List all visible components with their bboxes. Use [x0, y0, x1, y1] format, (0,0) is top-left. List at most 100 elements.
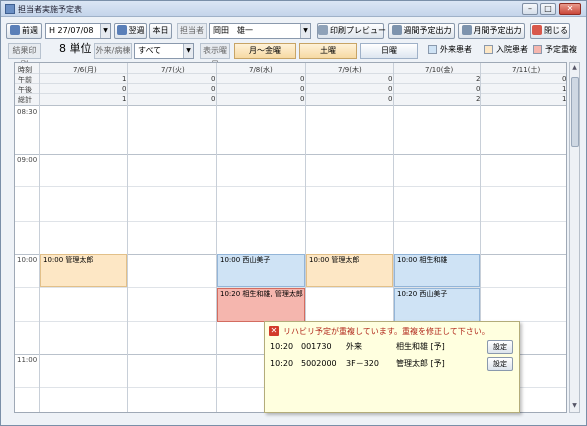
- legend-label: 予定重複: [545, 45, 577, 54]
- date-value: H 27/07/08: [49, 26, 94, 35]
- settings-button[interactable]: 設定: [487, 357, 513, 371]
- units-display: 8 単位: [59, 42, 92, 55]
- scroll-thumb[interactable]: [571, 77, 579, 147]
- close-button[interactable]: 閉じる: [530, 23, 570, 39]
- header-rule: [15, 93, 566, 94]
- day-pm-count: 1: [562, 85, 567, 93]
- scroll-down-icon[interactable]: ▼: [570, 402, 579, 412]
- conflict-message: リハビリ予定が重複しています。重複を修正して下さい。: [283, 327, 490, 336]
- monthly-output-label: 月間予定出力: [473, 26, 522, 35]
- error-icon: ✕: [269, 326, 279, 336]
- scroll-up-icon[interactable]: ▲: [570, 64, 579, 74]
- appointment[interactable]: 10:20 西山美子: [394, 288, 480, 322]
- appointment[interactable]: 10:00 西山美子: [217, 254, 305, 287]
- conflict-time: 10:20: [270, 359, 294, 368]
- category-value: すべて: [138, 46, 162, 55]
- print-preview-label: 印刷プレビュー: [330, 26, 386, 35]
- tab-sunday[interactable]: 日曜: [360, 43, 418, 59]
- staff-select[interactable]: 岡田 雄一 ▼: [209, 23, 311, 39]
- hour-line: [15, 154, 566, 155]
- legend-inpatient: 入院患者: [484, 43, 534, 59]
- time-label: 08:30: [17, 108, 38, 116]
- right-arrow-icon: [116, 25, 127, 35]
- time-label: 10:00: [17, 256, 38, 264]
- left-arrow-icon: [10, 25, 20, 35]
- settings-button[interactable]: 設定: [487, 340, 513, 354]
- prev-week-label: 前週: [22, 26, 38, 35]
- conflict-id: 5002000: [301, 359, 337, 368]
- day-total-count: 0: [211, 95, 216, 103]
- column-divider: [39, 63, 40, 412]
- tab-saturday[interactable]: 土曜: [299, 43, 357, 59]
- conflict-ward: 外来: [346, 342, 362, 351]
- weekly-output-label: 週間予定出力: [403, 26, 452, 35]
- document-icon: [461, 25, 472, 35]
- legend-label: 外来患者: [440, 45, 472, 54]
- legend-swatch: [428, 45, 437, 54]
- print-preview-button[interactable]: 印刷プレビュー: [317, 23, 386, 39]
- conflict-ward: 3F－320: [346, 359, 379, 368]
- appointment[interactable]: 10:00 管理太郎: [40, 254, 127, 287]
- legend-duplicate: 予定重複: [533, 43, 585, 59]
- conflict-time: 10:20: [270, 342, 294, 351]
- exit-icon: [532, 25, 542, 35]
- category-select[interactable]: すべて ▼: [134, 43, 194, 59]
- day-total-count: 0: [388, 95, 393, 103]
- day-total-count: 0: [300, 95, 305, 103]
- legend-swatch: [533, 45, 542, 54]
- appointment-duplicate[interactable]: 10:20 相生和雄, 管理太郎: [217, 288, 305, 322]
- day-pm-count: 0: [300, 85, 305, 93]
- header-rule: [15, 83, 566, 84]
- day-am-count: 0: [211, 75, 216, 83]
- main-window: 担当者実施予定表 – □ ✕ 前週 H 27/07/08 ▼ 翌週 本日 担当者…: [0, 0, 587, 426]
- category-label: 外来/病棟: [94, 43, 132, 59]
- day-am-count: 1: [122, 75, 127, 83]
- weekly-output-button[interactable]: 週間予定出力: [388, 23, 455, 39]
- conflict-name: 管理太郎 [予]: [396, 359, 445, 368]
- chevron-down-icon: ▼: [300, 24, 310, 38]
- close-window-button[interactable]: ✕: [559, 3, 581, 15]
- window-title: 担当者実施予定表: [18, 5, 82, 14]
- today-button[interactable]: 本日: [149, 23, 172, 39]
- close-label: 閉じる: [544, 26, 568, 35]
- day-pm-count: 0: [122, 85, 127, 93]
- legend-swatch: [484, 45, 493, 54]
- app-icon: [5, 4, 15, 14]
- conflict-id: 001730: [301, 342, 332, 351]
- column-divider: [216, 63, 217, 412]
- day-pm-count: 0: [388, 85, 393, 93]
- tab-weekdays[interactable]: 月～金曜: [234, 43, 296, 59]
- appointment[interactable]: 10:00 管理太郎: [306, 254, 393, 287]
- header-rule: [15, 73, 566, 74]
- prev-week-button[interactable]: 前週: [6, 23, 42, 39]
- schedule-header: 時刻 午前 午後 総計 7/6(月) 1 0 1 7/7(火) 0 0 0 7/…: [15, 63, 567, 106]
- day-pm-count: 0: [211, 85, 216, 93]
- calc-label: 結果印刷: [8, 43, 41, 69]
- chevron-down-icon: ▼: [183, 44, 193, 58]
- legend-outpatient: 外来患者: [428, 43, 484, 59]
- conflict-row: 10:20 5002000 3F－320 管理太郎 [予]: [270, 357, 516, 371]
- chevron-down-icon: ▼: [100, 24, 110, 38]
- print-icon: [318, 25, 328, 35]
- day-total-count: 1: [562, 95, 567, 103]
- conflict-row: 10:20 001730 外来 相生和雄 [予]: [270, 340, 516, 354]
- display-day-label: 表示曜日: [200, 43, 230, 69]
- legend-label: 入院患者: [496, 45, 528, 54]
- title-bar: 担当者実施予定表 – □ ✕: [1, 1, 586, 17]
- half-hour-line: [15, 186, 566, 187]
- column-divider: [127, 63, 128, 412]
- minimize-button[interactable]: –: [522, 3, 538, 15]
- day-total-count: 1: [122, 95, 127, 103]
- conflict-name: 相生和雄 [予]: [396, 342, 445, 351]
- monthly-output-button[interactable]: 月間予定出力: [458, 23, 525, 39]
- day-am-count: 0: [388, 75, 393, 83]
- appointment[interactable]: 10:00 相生和雄: [394, 254, 480, 287]
- conflict-popup: ✕ リハビリ予定が重複しています。重複を修正して下さい。 10:20 00173…: [264, 321, 520, 413]
- document-icon: [391, 25, 402, 35]
- staff-label: 担当者: [177, 23, 207, 39]
- next-week-button[interactable]: 翌週: [114, 23, 147, 39]
- vertical-scrollbar[interactable]: ▲ ▼: [569, 62, 580, 413]
- time-label: 11:00: [17, 356, 38, 364]
- maximize-button[interactable]: □: [540, 3, 556, 15]
- date-select[interactable]: H 27/07/08 ▼: [45, 23, 111, 39]
